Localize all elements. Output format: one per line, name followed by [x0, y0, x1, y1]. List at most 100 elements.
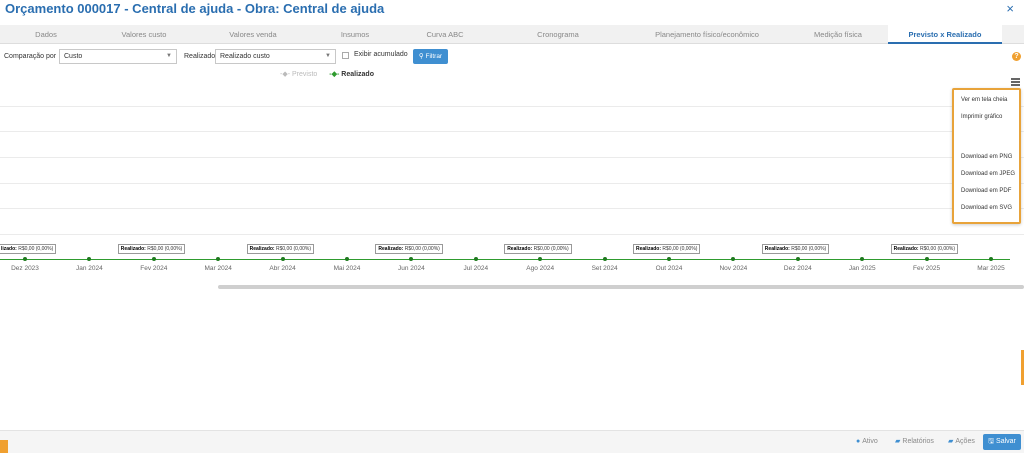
data-label: Realizado: R$0,00 (0,00%) [890, 244, 959, 254]
legend-item-previsto[interactable]: -◆- Previsto [280, 70, 317, 78]
realizado-value: Realizado custo [220, 53, 270, 60]
realizado-point[interactable] [23, 257, 27, 261]
help-icon[interactable]: ? [1012, 52, 1021, 61]
legend-item-realizado[interactable]: -◆- Realizado [329, 70, 374, 78]
legend-label-previsto: Previsto [292, 71, 318, 78]
realizado-point[interactable] [924, 257, 929, 261]
x-tick-label: Fev 2025 [913, 265, 941, 272]
acoes-label: Ações [955, 438, 975, 445]
ativo-button[interactable]: ● Ativo [852, 434, 882, 450]
page-title: Orçamento 000017 - Central de ajuda - Ob… [5, 1, 385, 16]
menu-item-png[interactable]: Download em PNG [961, 154, 1012, 160]
data-label: Realizado: R$0,00 (0,00%) [375, 244, 443, 254]
x-tick-label: Jun 2024 [398, 265, 425, 272]
menu-item-fullscreen[interactable]: Ver em tela cheia [961, 97, 1007, 103]
comparacao-value: Custo [64, 53, 83, 60]
notification-badge[interactable] [0, 440, 8, 453]
grid-line [0, 131, 1024, 132]
x-tick-label: Mai 2024 [333, 265, 361, 272]
tab-planejamento[interactable]: Planejamento físico/econômico [626, 25, 788, 44]
menu-item-svg[interactable]: Download em SVG [961, 205, 1012, 211]
menu-item-pdf[interactable]: Download em PDF [961, 188, 1011, 194]
comparacao-label: Comparação por [4, 53, 57, 60]
realizado-point[interactable] [280, 257, 285, 261]
relatorios-button[interactable]: ▰ Relatórios [891, 434, 938, 450]
grid-line [0, 106, 1024, 107]
realizado-point[interactable] [87, 257, 92, 261]
realizado-point[interactable] [860, 257, 865, 261]
x-tick-label: Abr 2024 [269, 265, 296, 272]
actions-icon: ▰ [948, 438, 954, 445]
chart-scrollbar[interactable] [218, 285, 1024, 289]
tab-dados[interactable]: Dados [0, 25, 92, 44]
export-menu: Ver em tela cheia Imprimir gráfico Downl… [952, 88, 1021, 224]
realizado-point[interactable] [538, 257, 543, 261]
grid-line [0, 183, 1024, 184]
realizado-point[interactable] [667, 257, 671, 261]
x-tick-label: Jul 2024 [463, 265, 489, 272]
tab-previsto-realizado[interactable]: Previsto x Realizado [888, 25, 1002, 44]
data-label: Realizado: R$0,00 (0,00%) [633, 244, 701, 254]
chevron-down-icon: ▼ [166, 53, 172, 59]
save-label: Salvar [996, 438, 1016, 445]
x-tick-label: Jan 2024 [76, 265, 103, 272]
tab-curva-abc[interactable]: Curva ABC [400, 25, 490, 44]
realizado-point[interactable] [409, 257, 414, 261]
comparacao-select[interactable]: Custo ▼ [59, 49, 177, 64]
close-icon[interactable]: × [1006, 1, 1014, 16]
x-tick-label: Mar 2025 [977, 265, 1005, 272]
report-icon: ▰ [895, 438, 901, 445]
legend-marker-icon: -◆- [280, 71, 291, 78]
menu-icon[interactable] [1011, 78, 1020, 86]
search-icon: ⚲ [418, 53, 424, 60]
acumulado-checkbox[interactable] [342, 52, 349, 59]
x-tick-label: Set 2024 [591, 265, 618, 272]
x-tick-label: Nov 2024 [719, 265, 748, 272]
x-tick-label: Fev 2024 [140, 265, 168, 272]
realizado-point[interactable] [989, 257, 993, 261]
realizado-point[interactable] [602, 257, 607, 261]
menu-item-jpeg[interactable]: Download em JPEG [961, 171, 1015, 177]
x-tick-label: Ago 2024 [526, 265, 555, 272]
x-tick-label: Mar 2024 [204, 265, 232, 272]
acumulado-label: Exibir acumulado [354, 51, 408, 58]
filter-button-label: Filtrar [425, 53, 443, 60]
realizado-point[interactable] [216, 257, 221, 261]
realizado-point[interactable] [731, 257, 736, 261]
save-icon: 🖫 [988, 438, 995, 445]
chart-legend: -◆- Previsto -◆- Realizado [280, 70, 374, 78]
title-bar: Orçamento 000017 - Central de ajuda - Ob… [0, 0, 1024, 24]
data-label: Realizado: R$0,00 (0,00%) [246, 244, 315, 254]
menu-item-print[interactable]: Imprimir gráfico [961, 114, 1002, 120]
acoes-button[interactable]: ▰ Ações [944, 434, 979, 450]
tab-insumos[interactable]: Insumos [310, 25, 400, 44]
grid-line [0, 157, 1024, 158]
realizado-label: Realizado [184, 53, 216, 60]
legend-label-realizado: Realizado [341, 71, 374, 78]
save-button[interactable]: 🖫 Salvar [983, 434, 1021, 450]
tab-medicao-fisica[interactable]: Medição física [788, 25, 888, 44]
x-tick-label: Dez 2023 [11, 265, 39, 272]
legend-marker-icon: -◆- [329, 71, 340, 78]
data-label: Realizado: R$0,00 (0,00%) [761, 244, 830, 254]
x-tick-label: Dez 2024 [783, 265, 812, 272]
status-dot-icon: ● [856, 438, 861, 445]
grid-line [0, 234, 1024, 235]
filter-bar: Comparação por Custo ▼ Realizado Realiza… [0, 48, 1024, 68]
tab-valores-venda[interactable]: Valores venda [196, 25, 310, 44]
grid-line [0, 208, 1024, 209]
realizado-point[interactable] [151, 257, 156, 261]
data-label: lizado: R$0,00 (0,00%) [0, 244, 57, 254]
realizado-point[interactable] [473, 257, 478, 261]
data-label: Realizado: R$0,00 (0,00%) [504, 244, 572, 254]
realizado-point[interactable] [345, 257, 349, 261]
data-label: Realizado: R$0,00 (0,00%) [117, 244, 186, 254]
realizado-point[interactable] [795, 257, 800, 261]
tab-bar: Dados Valores custo Valores venda Insumo… [0, 25, 1024, 44]
tab-valores-custo[interactable]: Valores custo [92, 25, 196, 44]
realizado-select[interactable]: Realizado custo ▼ [215, 49, 336, 64]
x-tick-label: Jan 2025 [848, 265, 876, 272]
tab-cronograma[interactable]: Cronograma [490, 25, 626, 44]
chevron-down-icon: ▼ [325, 53, 331, 59]
filter-button[interactable]: ⚲ Filtrar [413, 49, 448, 64]
